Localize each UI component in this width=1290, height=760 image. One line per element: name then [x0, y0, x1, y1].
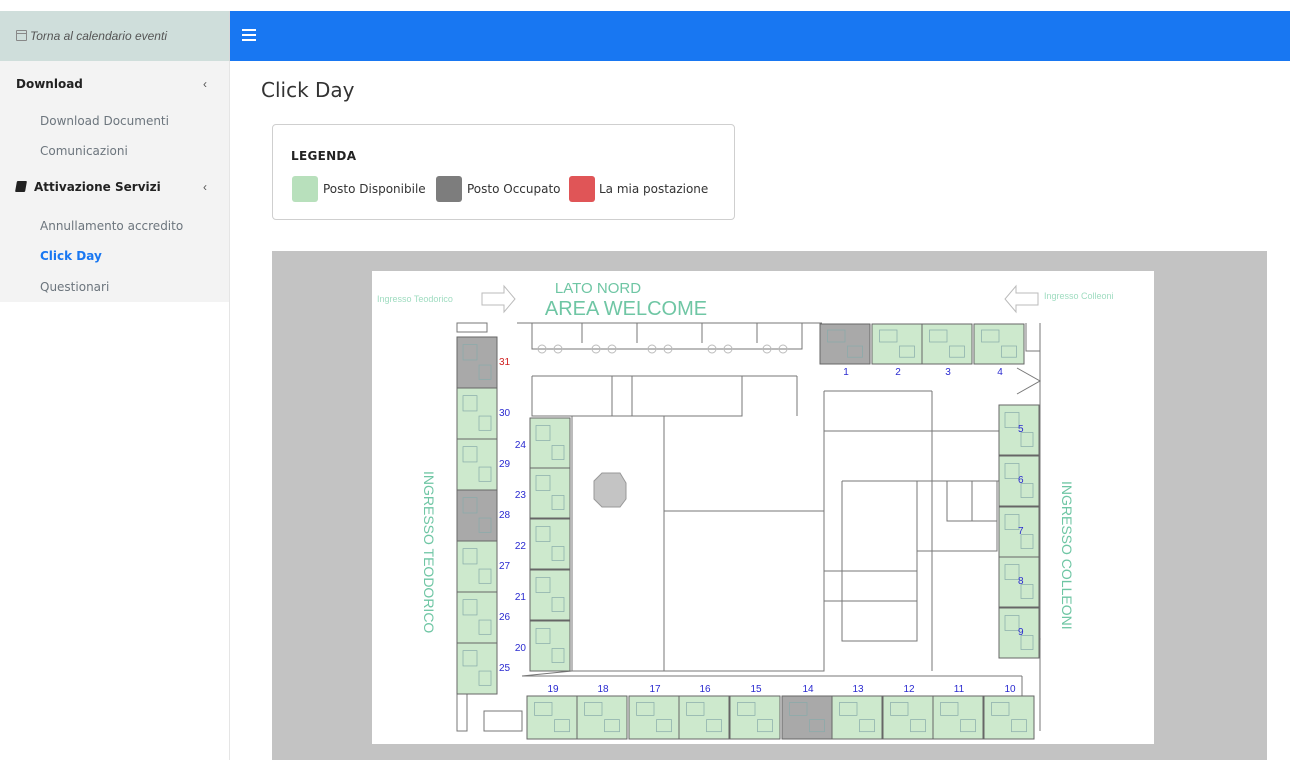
desk-number-label: 6 [1018, 475, 1024, 486]
desk-number-label: 11 [954, 684, 965, 695]
stairwell [593, 472, 627, 508]
top-navbar [230, 11, 1290, 61]
desk-number-label: 17 [649, 684, 661, 695]
desk-number-label: 24 [515, 440, 527, 451]
desk-number-label: 20 [515, 643, 527, 654]
sidebar-section-attivazione-servizi[interactable]: Attivazione Servizi [34, 180, 161, 194]
book-icon [15, 181, 27, 192]
entrance-colleoni-small-label: Ingresso Colleoni [1044, 291, 1114, 301]
calendar-icon [16, 30, 27, 41]
north-side-label: LATO NORD [555, 280, 641, 297]
desk-number-label: 7 [1018, 526, 1024, 537]
arrow-right-icon [481, 284, 516, 314]
desk-number-label: 29 [499, 459, 511, 470]
floor-plan-svg: LATO NORD AREA WELCOME Ingresso Teodoric… [377, 280, 1114, 740]
desk-number-label: 10 [1004, 684, 1016, 695]
chevron-left-icon[interactable]: ‹ [203, 180, 207, 194]
desk-number-label: 8 [1018, 576, 1024, 587]
entrance-colleoni-big-label: INGRESSO COLLEONI [1059, 481, 1075, 630]
entrance-teodorico-big-label: INGRESSO TEODORICO [421, 471, 437, 633]
desk-number-label: 3 [945, 367, 951, 378]
sidebar-item-click-day[interactable]: Click Day [40, 249, 102, 263]
page-title: Click Day [261, 78, 355, 102]
legend-label-occupied: Posto Occupato [467, 182, 561, 196]
desk-number-label: 5 [1018, 424, 1024, 435]
welcome-area-label: AREA WELCOME [545, 298, 707, 320]
desk-number-label: 23 [515, 490, 527, 501]
legend-swatch-mine [569, 176, 595, 202]
legend-label-mine: La mia postazione [599, 182, 709, 196]
arrow-left-icon [1004, 284, 1039, 314]
desk-number-label: 12 [903, 684, 915, 695]
chevron-left-icon[interactable]: ‹ [203, 77, 207, 91]
sidebar-item-comunicazioni[interactable]: Comunicazioni [40, 144, 128, 158]
desk-number-label: 19 [547, 684, 559, 695]
menu-toggle-icon[interactable] [242, 29, 256, 41]
legend-box: LEGENDA Posto Disponibile Posto Occupato… [272, 124, 735, 220]
desk-number-label: 1 [843, 367, 849, 378]
legend-title: LEGENDA [291, 149, 357, 163]
desk-number-label: 26 [499, 612, 511, 623]
back-to-calendar-label: Torna al calendario eventi [30, 29, 167, 43]
sidebar-menu: Download ‹ Download Documenti Comunicazi… [0, 61, 229, 302]
back-to-calendar-link[interactable]: Torna al calendario eventi [0, 11, 230, 61]
desk-number-label: 25 [499, 663, 511, 674]
sidebar-section-download[interactable]: Download [16, 77, 83, 91]
desk-number-label: 31 [499, 357, 511, 368]
desk-number-label: 13 [852, 684, 864, 695]
desk-number-label: 4 [997, 367, 1003, 378]
legend-swatch-occupied [436, 176, 462, 202]
floor-map: LATO NORD AREA WELCOME Ingresso Teodoric… [372, 271, 1154, 744]
sidebar: Download ‹ Download Documenti Comunicazi… [0, 61, 230, 760]
desk-number-label: 21 [515, 592, 527, 603]
desk-number-label: 22 [515, 541, 527, 552]
entrance-teodorico-small-label: Ingresso Teodorico [377, 294, 453, 304]
legend-swatch-available [292, 176, 318, 202]
desk-number-label: 18 [597, 684, 609, 695]
desk-number-label: 9 [1018, 627, 1024, 638]
desk-number-label: 27 [499, 561, 511, 572]
desk-group: 1 2 3 4567891011121314151617181920212223242… [456, 323, 1040, 740]
sidebar-item-annullamento-accredito[interactable]: Annullamento accredito [40, 219, 183, 233]
desk-number-label: 16 [699, 684, 711, 695]
sidebar-item-download-documenti[interactable]: Download Documenti [40, 114, 169, 128]
sidebar-item-questionari[interactable]: Questionari [40, 280, 109, 294]
desk-number-label: 28 [499, 510, 511, 521]
desk-number-label: 2 [895, 367, 901, 378]
desk-number-label: 30 [499, 408, 511, 419]
floor-map-container: LATO NORD AREA WELCOME Ingresso Teodoric… [272, 251, 1267, 760]
legend-label-available: Posto Disponibile [323, 182, 426, 196]
desk-number-label: 15 [750, 684, 762, 695]
desk-number-label: 14 [802, 684, 814, 695]
